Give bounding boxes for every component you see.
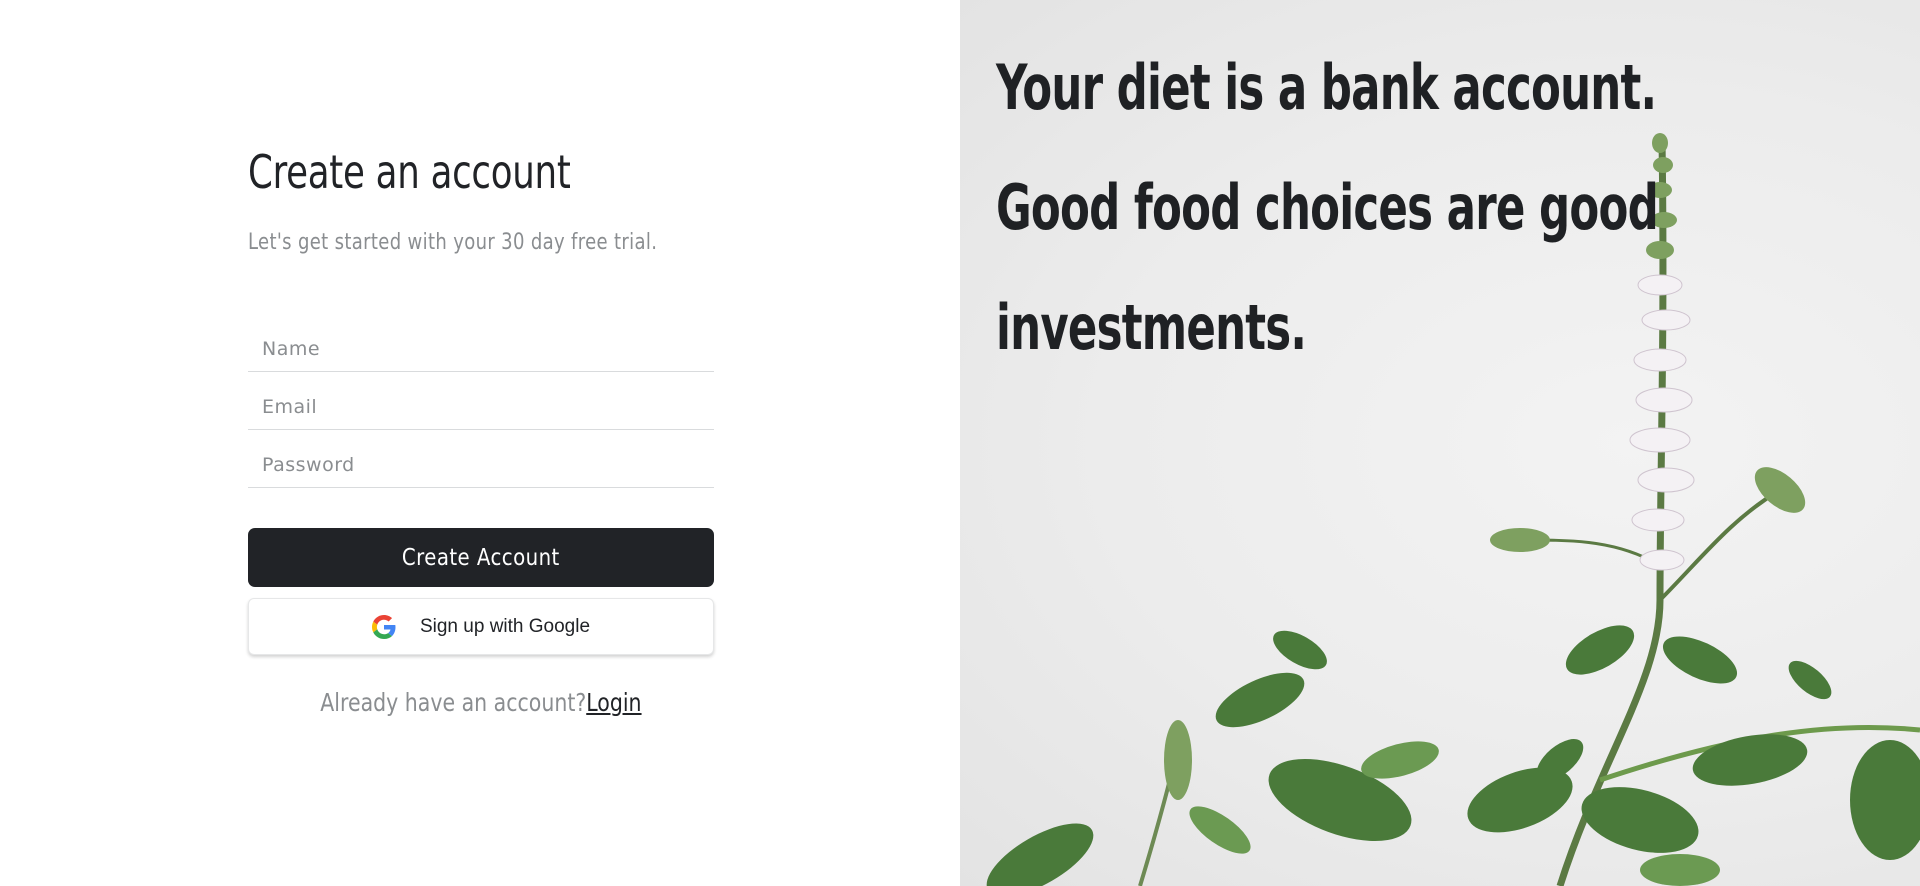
email-input[interactable] [248,385,714,429]
create-account-button[interactable]: Create Account [248,528,714,587]
page-title: Create an account [248,145,571,199]
email-field-wrapper [248,372,714,430]
login-link[interactable]: Login [586,688,641,717]
hero-quote: Your diet is a bank account. Good food c… [996,28,1696,388]
login-prompt-inner: Already have an account?Login [320,685,641,721]
hero-quote-line: Good food choices are good [996,171,1659,244]
hero-panel: Your diet is a bank account. Good food c… [960,0,1920,886]
google-signup-button[interactable]: Sign up with Google [248,598,714,655]
hero-quote-line: Your diet is a bank account. [996,51,1657,124]
google-signup-label: Sign up with Google [419,615,591,637]
password-input[interactable] [248,443,714,487]
name-field-wrapper [248,316,714,372]
create-account-button-label: Create Account [402,544,560,571]
name-input[interactable] [248,327,714,371]
signup-form: Create an account Let's get started with… [248,140,714,721]
signup-panel: Create an account Let's get started with… [0,0,960,886]
hero-quote-line: investments. [996,291,1307,364]
password-field-wrapper [248,430,714,488]
login-prompt-text: Already have an account? [320,688,587,717]
signup-page: Create an account Let's get started with… [0,0,1920,886]
page-subtitle: Let's get started with your 30 day free … [248,230,658,255]
form-fields [248,316,714,488]
login-prompt-row: Already have an account?Login [248,685,714,721]
google-icon [371,614,396,639]
